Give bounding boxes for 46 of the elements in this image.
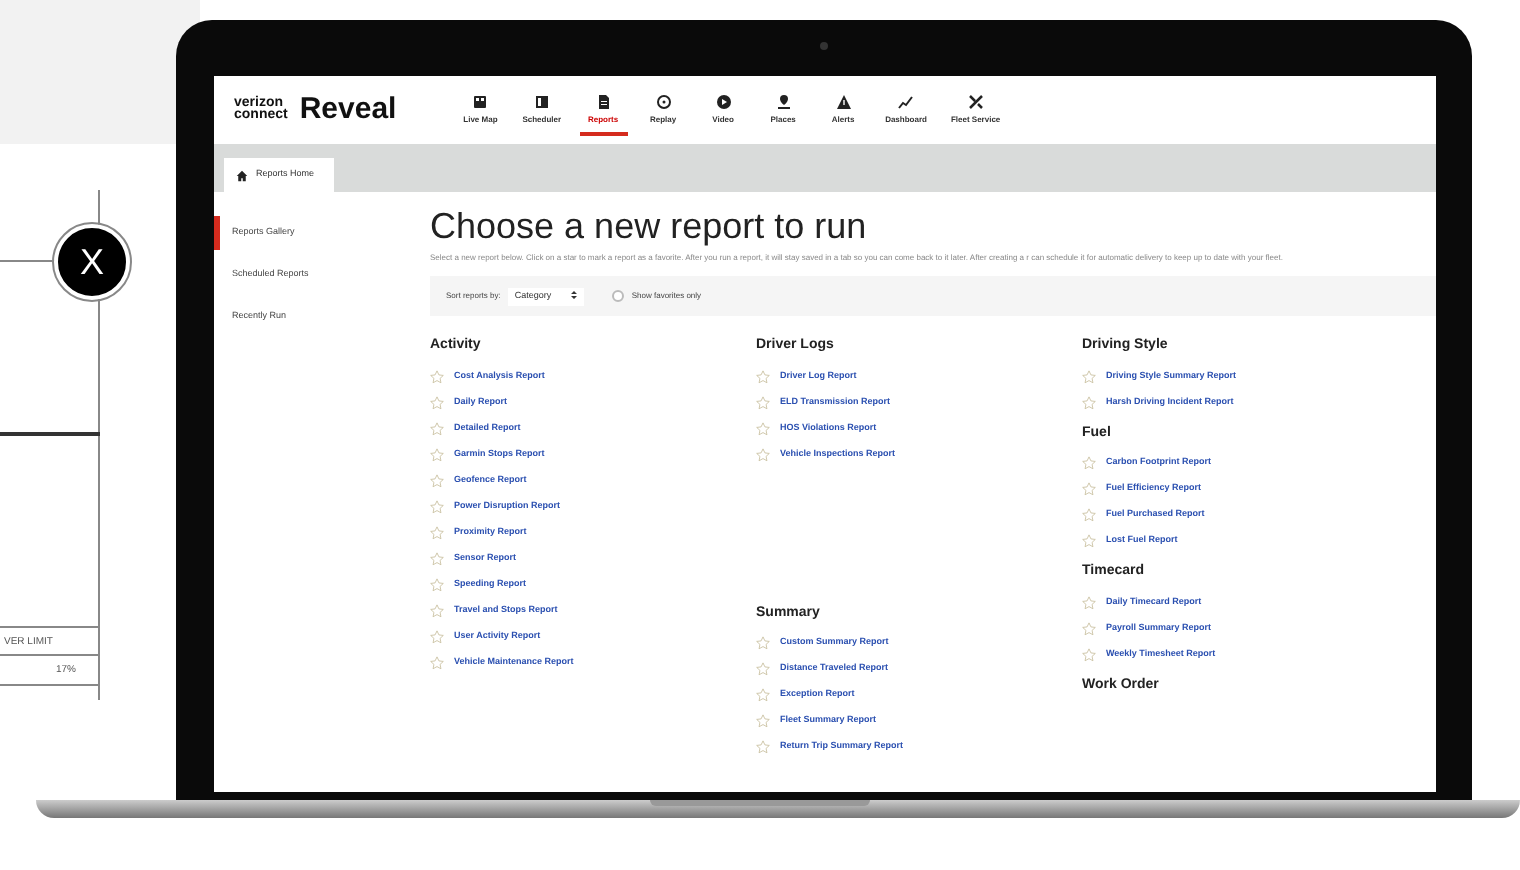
star-icon[interactable] [430,655,444,670]
star-icon[interactable] [756,688,770,703]
star-icon[interactable] [430,421,444,436]
star-icon[interactable] [430,525,444,540]
star-icon[interactable] [756,740,770,755]
star-icon[interactable] [1082,595,1096,610]
star-icon[interactable] [430,629,444,644]
star-icon[interactable] [1082,395,1096,410]
star-icon[interactable] [430,551,444,566]
star-icon[interactable] [756,662,770,677]
star-icon[interactable] [1082,482,1096,497]
page-title: Choose a new report to run [430,208,869,248]
star-icon[interactable] [1082,534,1096,549]
star-icon[interactable] [430,395,444,410]
chart-icon [898,93,915,109]
star-icon[interactable] [1082,647,1096,662]
calendar-icon [533,93,550,109]
camera-icon [820,42,828,50]
product-name: Reveal [299,89,397,130]
star-icon[interactable] [1082,369,1096,384]
star-icon[interactable] [756,714,770,729]
star-icon[interactable] [756,636,770,651]
caret-icon [569,290,578,301]
star-icon[interactable] [430,603,444,618]
close-button[interactable]: X [54,224,130,300]
alert-icon [835,93,852,109]
star-icon[interactable] [430,499,444,514]
map-icon [472,93,489,109]
replay-icon [655,93,672,109]
star-icon[interactable] [756,447,770,462]
home-icon [236,169,248,182]
checkbox[interactable] [611,290,624,303]
star-icon[interactable] [430,473,444,488]
star-icon[interactable] [1082,621,1096,636]
tools-icon [967,93,984,109]
star-icon[interactable] [756,421,770,436]
star-icon[interactable] [756,369,770,384]
star-icon[interactable] [756,395,770,410]
star-icon[interactable] [1082,508,1096,523]
video-icon [715,93,732,109]
star-icon[interactable] [430,447,444,462]
star-icon[interactable] [430,369,444,384]
star-icon[interactable] [430,577,444,592]
star-icon[interactable] [1082,456,1096,471]
pin-icon [775,93,792,109]
doc-icon [595,93,612,109]
